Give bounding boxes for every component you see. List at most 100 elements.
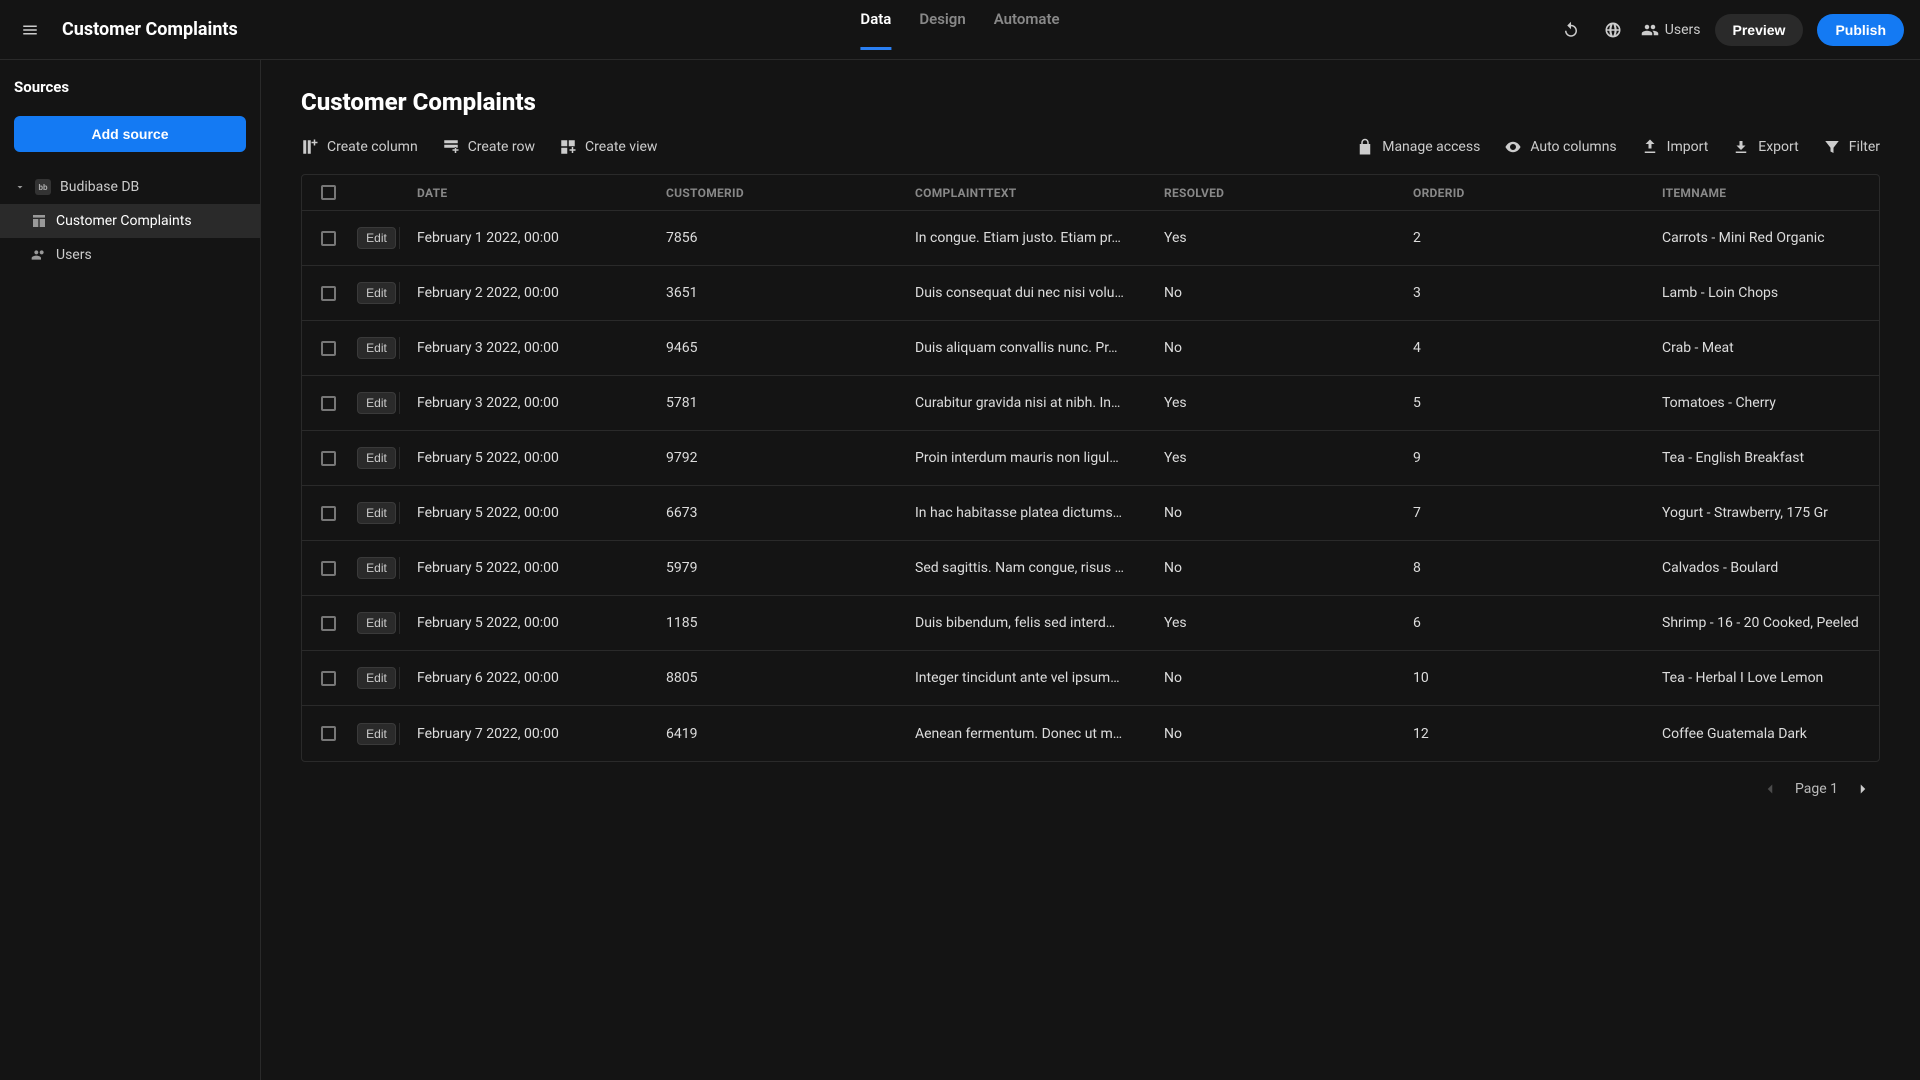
cell-complainttext: Proin interdum mauris non ligul…	[898, 450, 1147, 466]
users-icon	[30, 246, 48, 264]
cell-customerid: 9465	[649, 340, 898, 356]
table-row[interactable]: Edit February 5 2022, 00:00 9792 Proin i…	[302, 431, 1879, 486]
import-icon	[1641, 138, 1659, 156]
cell-complainttext: Aenean fermentum. Donec ut m…	[898, 726, 1147, 742]
edit-button[interactable]: Edit	[357, 612, 396, 634]
table-row[interactable]: Edit February 3 2022, 00:00 9465 Duis al…	[302, 321, 1879, 376]
app-title: Customer Complaints	[62, 19, 238, 40]
create-column-icon	[301, 138, 319, 156]
pager-prev-icon[interactable]	[1761, 780, 1779, 798]
col-orderid-header[interactable]: ORDERID	[1396, 186, 1645, 200]
create-row-button[interactable]: Create row	[442, 138, 535, 156]
import-button[interactable]: Import	[1641, 138, 1709, 156]
db-label: Budibase DB	[60, 179, 139, 195]
nav-tab-data[interactable]: Data	[860, 10, 891, 50]
auto-columns-button[interactable]: Auto columns	[1504, 138, 1616, 156]
cell-orderid: 12	[1396, 726, 1645, 742]
cell-resolved: No	[1147, 505, 1396, 521]
edit-button[interactable]: Edit	[357, 502, 396, 524]
table-row[interactable]: Edit February 5 2022, 00:00 6673 In hac …	[302, 486, 1879, 541]
table-icon	[30, 212, 48, 230]
cell-orderid: 4	[1396, 340, 1645, 356]
row-checkbox[interactable]	[321, 561, 336, 576]
sidebar-heading: Sources	[0, 78, 260, 110]
sidebar-db-node[interactable]: bb Budibase DB	[0, 170, 260, 204]
table-header-row: DATE CUSTOMERID COMPLAINTTEXT RESOLVED O…	[302, 175, 1879, 211]
tool-label: Create column	[327, 139, 418, 155]
row-checkbox[interactable]	[321, 231, 336, 246]
row-checkbox[interactable]	[321, 671, 336, 686]
cell-date: February 7 2022, 00:00	[400, 726, 649, 742]
cell-customerid: 8805	[649, 670, 898, 686]
export-button[interactable]: Export	[1732, 138, 1798, 156]
sidebar-item-customer-complaints[interactable]: Customer Complaints	[0, 204, 260, 238]
cell-itemname: Shrimp - 16 - 20 Cooked, Peeled	[1645, 615, 1879, 631]
preview-button[interactable]: Preview	[1715, 14, 1804, 46]
create-view-icon	[559, 138, 577, 156]
create-column-button[interactable]: Create column	[301, 138, 418, 156]
globe-icon[interactable]	[1599, 16, 1627, 44]
table-row[interactable]: Edit February 6 2022, 00:00 8805 Integer…	[302, 651, 1879, 706]
tool-label: Create row	[468, 139, 535, 155]
col-complainttext-header[interactable]: COMPLAINTTEXT	[898, 186, 1147, 200]
menu-icon[interactable]	[16, 16, 44, 44]
row-checkbox[interactable]	[321, 506, 336, 521]
manage-access-button[interactable]: Manage access	[1356, 138, 1480, 156]
cell-customerid: 3651	[649, 285, 898, 301]
cell-resolved: Yes	[1147, 450, 1396, 466]
col-itemname-header[interactable]: ITEMNAME	[1645, 186, 1879, 200]
row-checkbox[interactable]	[321, 341, 336, 356]
table-row[interactable]: Edit February 5 2022, 00:00 1185 Duis bi…	[302, 596, 1879, 651]
add-source-button[interactable]: Add source	[14, 116, 246, 152]
table-row[interactable]: Edit February 7 2022, 00:00 6419 Aenean …	[302, 706, 1879, 761]
cell-complainttext: Duis bibendum, felis sed interd…	[898, 615, 1147, 631]
publish-button[interactable]: Publish	[1817, 14, 1904, 46]
edit-button[interactable]: Edit	[357, 392, 396, 414]
sidebar-item-users[interactable]: Users	[0, 238, 260, 272]
row-checkbox[interactable]	[321, 726, 336, 741]
cell-complainttext: Duis consequat dui nec nisi volu…	[898, 285, 1147, 301]
page-label: Page 1	[1795, 781, 1838, 797]
main-content: Customer Complaints Create column Create…	[261, 60, 1920, 1080]
cell-orderid: 9	[1396, 450, 1645, 466]
users-link[interactable]: Users	[1641, 21, 1701, 39]
edit-button[interactable]: Edit	[357, 282, 396, 304]
edit-button[interactable]: Edit	[357, 667, 396, 689]
pager-next-icon[interactable]	[1854, 780, 1872, 798]
cell-itemname: Coffee Guatemala Dark	[1645, 726, 1879, 742]
nav-tab-automate[interactable]: Automate	[994, 10, 1060, 50]
cell-itemname: Calvados - Boulard	[1645, 560, 1879, 576]
cell-itemname: Tea - English Breakfast	[1645, 450, 1879, 466]
col-resolved-header[interactable]: RESOLVED	[1147, 186, 1396, 200]
tool-label: Auto columns	[1530, 139, 1616, 155]
create-view-button[interactable]: Create view	[559, 138, 657, 156]
table-row[interactable]: Edit February 1 2022, 00:00 7856 In cong…	[302, 211, 1879, 266]
edit-button[interactable]: Edit	[357, 227, 396, 249]
cell-date: February 1 2022, 00:00	[400, 230, 649, 246]
row-checkbox[interactable]	[321, 286, 336, 301]
export-icon	[1732, 138, 1750, 156]
col-date-header[interactable]: DATE	[400, 186, 649, 200]
cell-orderid: 5	[1396, 395, 1645, 411]
row-checkbox[interactable]	[321, 451, 336, 466]
tool-label: Export	[1758, 139, 1798, 155]
edit-button[interactable]: Edit	[357, 337, 396, 359]
edit-button[interactable]: Edit	[357, 557, 396, 579]
edit-button[interactable]: Edit	[357, 447, 396, 469]
tool-label: Filter	[1849, 139, 1880, 155]
cell-date: February 5 2022, 00:00	[400, 615, 649, 631]
table-row[interactable]: Edit February 3 2022, 00:00 5781 Curabit…	[302, 376, 1879, 431]
undo-icon[interactable]	[1557, 16, 1585, 44]
users-label: Users	[1665, 22, 1701, 38]
tool-label: Import	[1667, 139, 1709, 155]
row-checkbox[interactable]	[321, 396, 336, 411]
table-row[interactable]: Edit February 5 2022, 00:00 5979 Sed sag…	[302, 541, 1879, 596]
cell-resolved: Yes	[1147, 395, 1396, 411]
table-row[interactable]: Edit February 2 2022, 00:00 3651 Duis co…	[302, 266, 1879, 321]
filter-button[interactable]: Filter	[1823, 138, 1880, 156]
nav-tab-design[interactable]: Design	[919, 10, 965, 50]
col-customerid-header[interactable]: CUSTOMERID	[649, 186, 898, 200]
edit-button[interactable]: Edit	[357, 723, 396, 745]
select-all-checkbox[interactable]	[321, 185, 336, 200]
row-checkbox[interactable]	[321, 616, 336, 631]
